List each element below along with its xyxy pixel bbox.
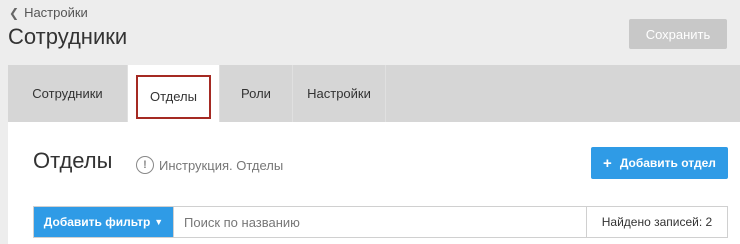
add-filter-label: Добавить фильтр — [43, 215, 151, 229]
tab-label: Роли — [241, 86, 271, 101]
back-link[interactable]: ❮ Настройки — [9, 5, 88, 20]
active-tab-highlight: Отделы — [136, 74, 211, 119]
tab-roles[interactable]: Роли — [220, 65, 293, 122]
caret-down-icon: ▼ — [154, 217, 164, 227]
tab-employees[interactable]: Сотрудники — [8, 65, 128, 122]
content-panel: Отделы ! Инструкция. Отделы + Добавить о… — [8, 122, 740, 244]
page-title: Сотрудники — [8, 24, 128, 49]
save-button[interactable]: Сохранить — [629, 19, 727, 49]
plus-icon: + — [603, 154, 612, 172]
tab-departments[interactable]: Отделы — [128, 65, 220, 122]
filter-bar: Добавить фильтр ▼ Найдено записей: 2 — [33, 206, 728, 238]
page-header: ❮ Настройки Сотрудники Сохранить — [0, 0, 740, 65]
help-speech-icon: ! — [136, 156, 154, 174]
add-filter-button[interactable]: Добавить фильтр ▼ — [34, 207, 173, 237]
help-link[interactable]: ! Инструкция. Отделы — [136, 156, 283, 174]
back-link-label: Настройки — [24, 5, 88, 20]
tab-label: Настройки — [307, 86, 371, 101]
section-title: Отделы — [33, 148, 113, 173]
add-department-button[interactable]: + Добавить отдел — [591, 147, 728, 179]
tab-label: Сотрудники — [32, 86, 103, 101]
search-input[interactable] — [173, 207, 586, 237]
help-link-label: Инструкция. Отделы — [159, 157, 284, 173]
add-department-label: Добавить отдел — [619, 156, 716, 170]
chevron-left-icon: ❮ — [9, 5, 20, 20]
tab-label: Отделы — [150, 89, 197, 104]
tab-bar: Сотрудники Отделы Роли Настройки — [8, 65, 740, 122]
tab-settings[interactable]: Настройки — [293, 65, 386, 122]
records-count: Найдено записей: 2 — [586, 207, 727, 237]
